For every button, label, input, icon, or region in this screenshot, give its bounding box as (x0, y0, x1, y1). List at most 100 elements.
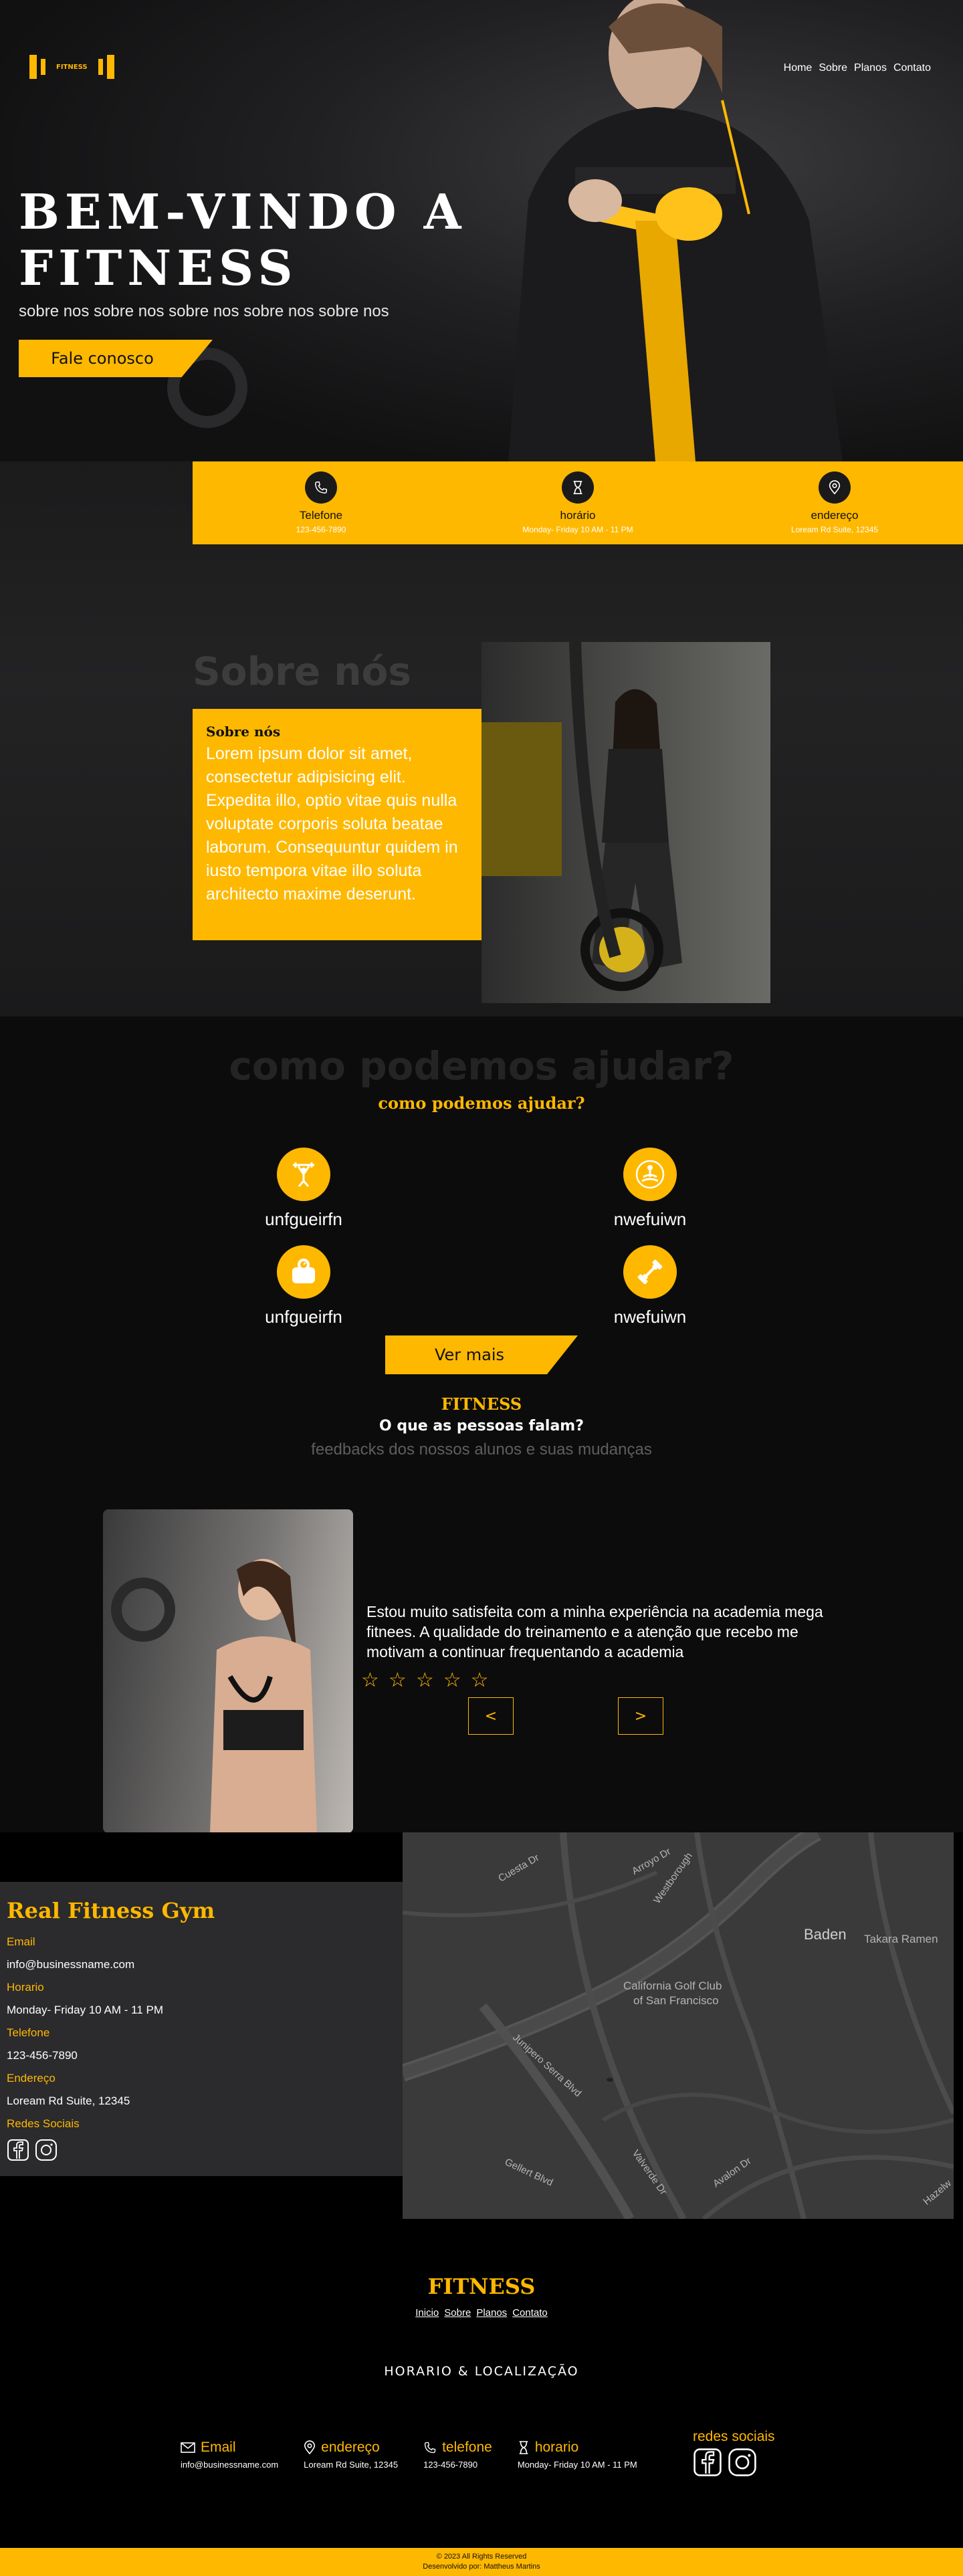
info-address: endereço Loream Rd Suite, 12345 (734, 471, 935, 534)
location-icon (304, 2440, 316, 2455)
hero-subtitle: sobre nos sobre nos sobre nos sobre nos … (19, 302, 389, 320)
footer-phone-value[interactable]: 123-456-7890 (423, 2460, 492, 2470)
location-map[interactable]: Baden Takara Ramen California Golf Club … (403, 1832, 954, 2219)
contact-section: Real Fitness Gym Email info@businessname… (0, 1832, 963, 2274)
see-more-button[interactable]: Ver mais (385, 1335, 578, 1374)
contact-email-label: Email (7, 1935, 35, 1948)
footer: FITNESS Inicio Sobre Planos Contato HORA… (0, 2274, 963, 2576)
about-athlete-image (481, 642, 770, 1003)
service-item[interactable]: nwefuiwn (576, 1148, 724, 1230)
star-icon: ☆ (443, 1669, 461, 1692)
contact-address-label: Endereço (7, 2072, 56, 2084)
logo-bar-icon (29, 55, 37, 79)
contact-phone[interactable]: 123-456-7890 (7, 2049, 396, 2062)
testimonial-quote: Estou muito satisfeita com a minha exper… (366, 1603, 823, 1660)
about-ghost-title: Sobre nós (193, 649, 411, 694)
facebook-icon[interactable] (693, 2448, 722, 2477)
rating-stars: ☆ ☆ ☆ ☆ ☆ (361, 1669, 489, 1692)
footer-email: Email info@businessname.com (181, 2440, 278, 2470)
phone-icon (424, 2442, 436, 2454)
footer-address-value: Loream Rd Suite, 12345 (304, 2460, 399, 2470)
feedback-title: O que as pessoas falam? (379, 1418, 584, 1434)
service-label: unfgueirfn (265, 1307, 342, 1327)
mail-icon (181, 2442, 195, 2453)
contact-social-icons (7, 2139, 396, 2161)
footer-social: redes sociais (693, 2429, 775, 2477)
developer-credit: Desenvolvido por: Mattheus Martins (423, 2563, 540, 2571)
star-icon: ☆ (361, 1669, 379, 1692)
copyright-text: © 2023 All Rights Reserved (436, 2553, 527, 2561)
services-ghost-title: como podemos ajudar? (229, 1043, 734, 1089)
service-item[interactable]: nwefuiwn (576, 1245, 724, 1327)
instagram-icon[interactable] (728, 2448, 757, 2477)
contact-hours: Monday- Friday 10 AM - 11 PM (7, 2004, 163, 2016)
hero-title-line1: BEM-VINDO A (19, 183, 467, 240)
feedback-subtitle: feedbacks dos nossos alunos e suas mudan… (311, 1440, 652, 1459)
footer-info-columns: Email info@businessname.com endereço Lor… (181, 2440, 637, 2470)
footer-address-label: endereço (321, 2440, 380, 2455)
logo-bar-icon (98, 59, 103, 75)
prev-testimonial-button[interactable]: < (468, 1697, 514, 1735)
info-phone-value: 123-456-7890 (296, 525, 346, 534)
instagram-icon[interactable] (35, 2139, 58, 2161)
footer-hours-value: Monday- Friday 10 AM - 11 PM (517, 2460, 637, 2470)
footer-brand: FITNESS (427, 2274, 536, 2299)
next-testimonial-button[interactable]: > (618, 1697, 663, 1735)
contact-hours-label: Horario (7, 1981, 44, 1994)
service-label: unfgueirfn (265, 1209, 342, 1229)
hourglass-icon (519, 2441, 528, 2454)
site-logo[interactable]: FITNESS (29, 55, 114, 79)
nav-contato[interactable]: Contato (893, 62, 931, 74)
dumbbell-icon (623, 1245, 677, 1299)
contact-us-button[interactable]: Fale conosco (19, 340, 213, 377)
footer-nav-sobre[interactable]: Sobre (444, 2307, 471, 2319)
footer-heading: HORARIO & LOCALIZAÇÃO (384, 2364, 579, 2379)
footer-hours-label: horario (534, 2440, 579, 2455)
copyright-bar: © 2023 All Rights Reserved Desenvolvido … (0, 2548, 963, 2576)
feedback-brand: FITNESS (441, 1394, 522, 1414)
contact-panel: Real Fitness Gym Email info@businessname… (0, 1882, 403, 2176)
map-label: Baden (804, 1926, 847, 1943)
about-card-text: Lorem ipsum dolor sit amet, consectetur … (206, 744, 458, 903)
meditation-icon (623, 1148, 677, 1201)
services-title: como podemos ajudar? (378, 1093, 585, 1113)
info-hours-value: Monday- Friday 10 AM - 11 PM (522, 525, 633, 534)
service-item[interactable]: unfgueirfn (230, 1148, 377, 1230)
about-card-title: Sobre nós (206, 724, 281, 740)
facebook-icon[interactable] (7, 2139, 29, 2161)
phone-icon (305, 471, 337, 504)
info-bar: Telefone 123-456-7890 horário Monday- Fr… (193, 461, 963, 544)
star-icon: ☆ (415, 1669, 434, 1692)
logo-bar-icon (106, 55, 114, 79)
nav-sobre[interactable]: Sobre (819, 62, 847, 74)
nav-planos[interactable]: Planos (854, 62, 887, 74)
footer-hours: horario Monday- Friday 10 AM - 11 PM (518, 2440, 637, 2470)
logo-text: FITNESS (56, 63, 88, 71)
footer-email-label: Email (201, 2440, 236, 2455)
testimonial-photo (103, 1509, 353, 1832)
contact-phone-label: Telefone (7, 2026, 50, 2039)
footer-phone-label: telefone (442, 2440, 492, 2455)
footer-email-value[interactable]: info@businessname.com (181, 2460, 278, 2470)
star-icon: ☆ (388, 1669, 407, 1692)
map-label: of San Francisco (633, 1994, 719, 2007)
main-nav: Home Sobre Planos Contato (784, 62, 931, 74)
footer-nav-planos[interactable]: Planos (476, 2307, 507, 2319)
info-address-value: Loream Rd Suite, 12345 (790, 525, 879, 534)
service-item[interactable]: unfgueirfn (230, 1245, 377, 1327)
star-icon: ☆ (470, 1669, 489, 1692)
footer-nav-contato[interactable]: Contato (512, 2307, 548, 2319)
about-section: Sobre nós Sobre nós Lorem ipsum dolor si… (0, 461, 963, 1016)
footer-nav-inicio[interactable]: Inicio (415, 2307, 439, 2319)
nav-home[interactable]: Home (784, 62, 813, 74)
contact-address: Loream Rd Suite, 12345 (7, 2095, 130, 2107)
footer-address: endereço Loream Rd Suite, 12345 (304, 2440, 398, 2470)
services-section: como podemos ajudar? como podemos ajudar… (0, 1016, 963, 1832)
info-hours: horário Monday- Friday 10 AM - 11 PM (477, 471, 678, 534)
service-label: nwefuiwn (613, 1307, 687, 1327)
map-label: California Golf Club (623, 1979, 722, 1992)
footer-nav: Inicio Sobre Planos Contato (0, 2307, 963, 2319)
hero-title-line2: FITNESS (19, 239, 298, 296)
info-hours-label: horário (560, 509, 596, 522)
contact-email[interactable]: info@businessname.com (7, 1958, 396, 1971)
